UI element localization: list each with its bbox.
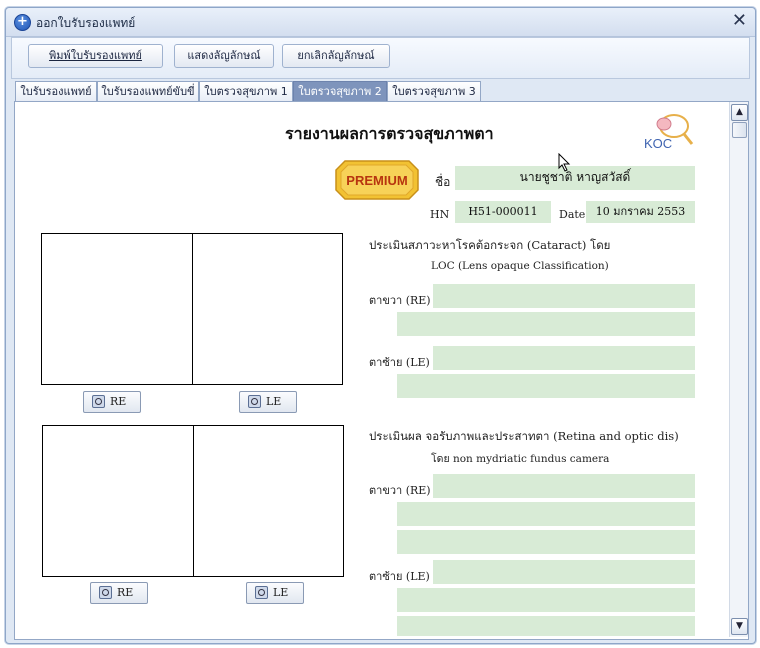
koc-logo: KOC xyxy=(644,114,694,151)
retina-re-field-3[interactable] xyxy=(397,530,695,554)
retina-le-field-3[interactable] xyxy=(397,616,695,636)
date-field[interactable]: 10 มกราคม 2553 xyxy=(586,201,695,223)
close-icon[interactable]: ✕ xyxy=(732,12,747,30)
re-label: RE xyxy=(117,586,134,599)
magnify-icon xyxy=(255,586,268,599)
report-panel: รายงานผลการตรวจสุขภาพตา KOC PREMIUM ชื่อ… xyxy=(14,101,749,640)
cataract-image-frame xyxy=(41,233,343,385)
retina-re-field-2[interactable] xyxy=(397,502,695,526)
tab-driver-certificate[interactable]: ใบรับรองแพทย์ขับขี่ xyxy=(97,81,199,101)
window-title: ออกใบรับรองแพทย์ xyxy=(36,16,136,30)
re-label: RE xyxy=(110,395,127,408)
cataract-re-field-1[interactable] xyxy=(433,284,695,308)
mouse-cursor-icon xyxy=(558,153,571,172)
tab-health-check-2[interactable]: ใบตรวจสุขภาพ 2 xyxy=(293,81,387,101)
cataract-le-image-button[interactable]: LE xyxy=(239,391,297,413)
print-certificate-button[interactable]: พิมพ์ใบรับรองแพทย์ xyxy=(28,44,163,68)
retina-subheading: โดย non mydriatic fundus camera xyxy=(431,453,610,465)
title-bar[interactable]: + ออกใบรับรองแพทย์ ✕ xyxy=(6,8,755,37)
hn-field[interactable]: H51-000011 xyxy=(455,201,551,223)
scroll-thumb[interactable] xyxy=(732,122,747,138)
image-divider xyxy=(192,234,193,384)
patient-name-field[interactable]: นายชูชาติ หาญสวัสดิ์ xyxy=(455,166,695,190)
report-title: รายงานผลการตรวจสุขภาพตา xyxy=(285,124,494,143)
retina-re-image-button[interactable]: RE xyxy=(90,582,148,604)
retina-re-label: ตาขวา (RE) xyxy=(369,484,431,497)
tab-medical-certificate[interactable]: ใบรับรองแพทย์ xyxy=(15,81,97,101)
magnify-icon xyxy=(92,395,105,408)
image-divider xyxy=(193,426,194,576)
dialog-window: + ออกใบรับรองแพทย์ ✕ พิมพ์ใบรับรองแพทย์ … xyxy=(5,7,756,644)
cataract-heading: ประเมินสภาวะหาโรคต้อกระจก (Cataract) โดย xyxy=(369,238,611,252)
cataract-subheading: LOC (Lens opaque Classification) xyxy=(431,260,609,272)
tab-health-check-1[interactable]: ใบตรวจสุขภาพ 1 xyxy=(199,81,293,101)
scroll-down-icon[interactable]: ▼ xyxy=(731,618,748,635)
magnify-icon xyxy=(99,586,112,599)
cataract-re-label: ตาขวา (RE) xyxy=(369,294,431,307)
retina-le-field-2[interactable] xyxy=(397,588,695,612)
toolbar: พิมพ์ใบรับรองแพทย์ แสดงลัญลักษณ์ ยกเลิกล… xyxy=(11,37,750,79)
cataract-le-field-1[interactable] xyxy=(433,346,695,370)
date-label: Date xyxy=(559,208,586,221)
cataract-le-label: ตาซ้าย (LE) xyxy=(369,356,430,369)
cataract-le-field-2[interactable] xyxy=(397,374,695,398)
cataract-re-field-2[interactable] xyxy=(397,312,695,336)
le-label: LE xyxy=(273,586,289,599)
premium-badge: PREMIUM xyxy=(335,160,419,200)
retina-image-frame xyxy=(42,425,344,577)
retina-le-field-1[interactable] xyxy=(433,560,695,584)
cancel-signature-button[interactable]: ยกเลิกลัญลักษณ์ xyxy=(282,44,390,68)
retina-le-label: ตาซ้าย (LE) xyxy=(369,570,430,583)
vertical-scrollbar[interactable]: ▲ ▼ xyxy=(729,102,748,637)
retina-heading: ประเมินผล จอรับภาพและประสาทตา (Retina an… xyxy=(369,429,679,443)
retina-re-field-1[interactable] xyxy=(433,474,695,498)
le-label: LE xyxy=(266,395,282,408)
add-circle-icon: + xyxy=(14,14,31,31)
tab-health-check-3[interactable]: ใบตรวจสุขภาพ 3 xyxy=(387,81,481,101)
magnify-icon xyxy=(248,395,261,408)
retina-le-image-button[interactable]: LE xyxy=(246,582,304,604)
premium-text: PREMIUM xyxy=(346,173,407,188)
scroll-up-icon[interactable]: ▲ xyxy=(731,104,748,121)
show-signature-button[interactable]: แสดงลัญลักษณ์ xyxy=(174,44,274,68)
name-label: ชื่อ xyxy=(435,175,451,189)
cataract-re-image-button[interactable]: RE xyxy=(83,391,141,413)
logo-text: KOC xyxy=(644,136,672,151)
hn-label: HN xyxy=(430,208,450,221)
